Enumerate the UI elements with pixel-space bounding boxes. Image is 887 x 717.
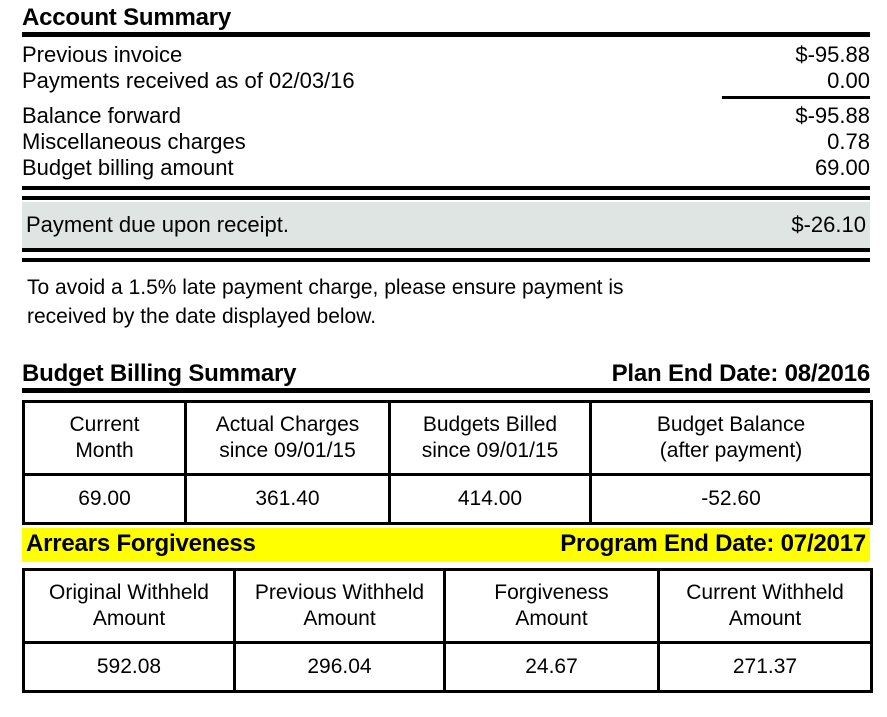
summary-row-previous-invoice: Previous invoice $-95.88 bbox=[22, 42, 870, 68]
payment-due-bottom-rule-2 bbox=[22, 258, 870, 262]
header-line-2: (after payment) bbox=[659, 439, 803, 462]
header-line-1: Budgets Billed bbox=[422, 413, 558, 436]
account-summary-rows: Previous invoice $-95.88 Payments receiv… bbox=[22, 42, 870, 94]
account-summary-heading-rule bbox=[22, 32, 870, 37]
summary-row-amount: 0.00 bbox=[827, 68, 870, 93]
subtotal-rule bbox=[722, 96, 870, 99]
arrears-value-current-withheld: 271.37 bbox=[657, 641, 873, 693]
summary-row-label: Budget billing amount bbox=[22, 155, 234, 180]
account-summary-heading: Account Summary bbox=[22, 4, 870, 32]
header-line-2: Amount bbox=[728, 607, 802, 630]
arrears-col-header-previous-withheld: Previous Withheld Amount bbox=[233, 568, 446, 644]
summary-row-label: Balance forward bbox=[22, 103, 181, 128]
payment-due-rule-inner-bottom bbox=[22, 258, 870, 262]
header-line-2: since 09/01/15 bbox=[219, 439, 356, 462]
budget-col-header-current-month: Current Month bbox=[22, 400, 187, 476]
late-notice-line-2: received by the date displayed below. bbox=[27, 305, 377, 328]
summary-row-label: Payments received as of 02/03/16 bbox=[22, 68, 355, 93]
late-notice-line-1: To avoid a 1.5% late payment charge, ple… bbox=[27, 276, 624, 299]
header-line-2: since 09/01/15 bbox=[421, 439, 559, 462]
header-line-1: Budget Balance bbox=[656, 413, 806, 436]
budget-billing-plan-end-date: Plan End Date: 08/2016 bbox=[611, 360, 871, 387]
account-summary-rows-lower: Balance forward $-95.88 Miscellaneous ch… bbox=[22, 103, 870, 181]
budget-billing-heading-rule bbox=[22, 388, 870, 393]
header-line-1: Current Withheld bbox=[686, 581, 844, 604]
account-summary-section: Account Summary bbox=[22, 4, 870, 37]
table-row: 69.00 361.40 414.00 -52.60 bbox=[22, 473, 873, 525]
late-payment-notice: To avoid a 1.5% late payment charge, ple… bbox=[27, 273, 875, 331]
budget-billing-table-wrap: Current Month Actual Charges since 09/01… bbox=[22, 400, 873, 525]
budget-col-header-budget-balance: Budget Balance (after payment) bbox=[589, 400, 873, 476]
account-summary-title: Account Summary bbox=[22, 4, 232, 31]
budget-value-budgets-billed: 414.00 bbox=[388, 473, 592, 525]
arrears-value-forgiveness: 24.67 bbox=[443, 641, 660, 693]
summary-row-payments-received: Payments received as of 02/03/16 0.00 bbox=[22, 68, 870, 94]
header-line-1: Forgiveness bbox=[494, 581, 609, 604]
header-line-1: Actual Charges bbox=[215, 413, 360, 436]
budget-billing-heading-row: Budget Billing Summary Plan End Date: 08… bbox=[22, 360, 870, 388]
table-header-row: Original Withheld Amount Previous Withhe… bbox=[22, 568, 873, 644]
budget-billing-section-heading: Budget Billing Summary Plan End Date: 08… bbox=[22, 360, 870, 393]
table-header-row: Current Month Actual Charges since 09/01… bbox=[22, 400, 873, 476]
payment-due-top-rule bbox=[22, 186, 870, 190]
payment-due-bottom-rule bbox=[22, 248, 870, 252]
bill-statement-page: Account Summary Previous invoice $-95.88… bbox=[0, 0, 887, 717]
budget-value-budget-balance: -52.60 bbox=[589, 473, 873, 525]
summary-row-amount: $-95.88 bbox=[795, 42, 870, 67]
budget-col-header-budgets-billed: Budgets Billed since 09/01/15 bbox=[388, 400, 592, 476]
payment-due-rule-outer bbox=[22, 186, 870, 190]
payment-due-top-rule-2 bbox=[22, 196, 870, 200]
arrears-col-header-current-withheld: Current Withheld Amount bbox=[657, 568, 873, 644]
arrears-forgiveness-heading-row: Arrears Forgiveness Program End Date: 07… bbox=[26, 530, 866, 558]
header-line-2: Amount bbox=[92, 607, 166, 630]
summary-row-label: Miscellaneous charges bbox=[22, 129, 246, 154]
arrears-forgiveness-program-end-date: Program End Date: 07/2017 bbox=[560, 530, 866, 557]
header-line-1: Previous Withheld bbox=[254, 581, 425, 604]
arrears-value-original-withheld: 592.08 bbox=[22, 641, 236, 693]
budget-billing-title: Budget Billing Summary bbox=[22, 360, 297, 387]
summary-row-balance-forward: Balance forward $-95.88 bbox=[22, 103, 870, 129]
arrears-forgiveness-table-wrap: Original Withheld Amount Previous Withhe… bbox=[22, 568, 873, 693]
payment-due-label: Payment due upon receipt. bbox=[26, 212, 289, 237]
budget-billing-table: Current Month Actual Charges since 09/01… bbox=[22, 400, 873, 525]
arrears-forgiveness-table: Original Withheld Amount Previous Withhe… bbox=[22, 568, 873, 693]
arrears-value-previous-withheld: 296.04 bbox=[233, 641, 446, 693]
header-line-2: Amount bbox=[303, 607, 376, 630]
table-row: 592.08 296.04 24.67 271.37 bbox=[22, 641, 873, 693]
budget-col-header-actual-charges: Actual Charges since 09/01/15 bbox=[184, 400, 391, 476]
summary-row-amount: 69.00 bbox=[814, 155, 870, 180]
arrears-forgiveness-title: Arrears Forgiveness bbox=[26, 530, 256, 557]
summary-row-label: Previous invoice bbox=[22, 42, 183, 67]
arrears-col-header-original-withheld: Original Withheld Amount bbox=[22, 568, 236, 644]
summary-row-amount: 0.78 bbox=[827, 129, 870, 154]
payment-due-rule-inner bbox=[22, 196, 870, 200]
header-line-1: Current bbox=[69, 413, 140, 436]
summary-row-miscellaneous-charges: Miscellaneous charges 0.78 bbox=[22, 129, 870, 155]
summary-row-amount: $-95.88 bbox=[795, 103, 870, 128]
payment-due-rule-outer-bottom bbox=[22, 248, 870, 252]
arrears-forgiveness-heading-highlight: Arrears Forgiveness Program End Date: 07… bbox=[22, 528, 870, 562]
payment-due-band: Payment due upon receipt. $-26.10 bbox=[22, 202, 870, 248]
header-line-2: Month bbox=[75, 439, 134, 462]
budget-value-actual-charges: 361.40 bbox=[184, 473, 391, 525]
summary-row-budget-billing-amount: Budget billing amount 69.00 bbox=[22, 155, 870, 181]
header-line-2: Amount bbox=[515, 607, 588, 630]
header-line-1: Original Withheld bbox=[49, 581, 209, 604]
payment-due-amount: $-26.10 bbox=[791, 212, 866, 237]
arrears-col-header-forgiveness: Forgiveness Amount bbox=[443, 568, 660, 644]
budget-value-current-month: 69.00 bbox=[22, 473, 187, 525]
